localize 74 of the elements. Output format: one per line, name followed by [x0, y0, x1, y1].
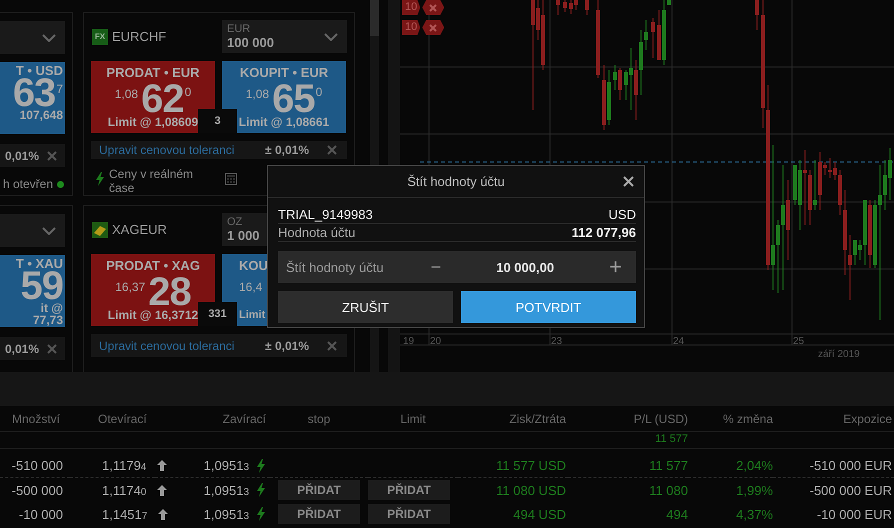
table-cell: -510 000 [12, 458, 63, 473]
instrument-name: EURCHF [112, 29, 166, 44]
axis-label: 23 [551, 336, 562, 347]
price-prefix: 16,37 [115, 279, 146, 295]
price-value: 59 [20, 270, 63, 303]
realtime-label: Ceny v reálném čase [109, 167, 194, 195]
unit-label: EUR [227, 23, 252, 35]
limit-price: Limit @ 1,08661 [238, 116, 330, 129]
limit-price: Limit @ 16,3712 [108, 309, 198, 322]
value-label: Hodnota účtu [278, 225, 356, 241]
price-label: PRODAT • EUR [106, 66, 200, 80]
table-cell: 1,11794 [102, 458, 146, 473]
table-cell: 1,11740 [102, 482, 146, 498]
price-value: 62 [141, 80, 184, 118]
price-label: KOU [239, 259, 268, 273]
spread-value: 3 [198, 109, 237, 133]
status-text: h otevřen [2, 177, 53, 191]
table-cell: 11 080 USD [496, 482, 566, 498]
total-value: 11 577 [655, 433, 688, 445]
price-pip: 7 [56, 81, 63, 97]
tolerance-value: 0,01% [4, 342, 39, 356]
limit-price: 107,648 [20, 109, 63, 121]
dialog-title: Štít hodnoty účtu [407, 174, 505, 189]
fx-badge: FX [92, 28, 108, 44]
tolerance-value: ± 0,01% [265, 143, 309, 157]
currency-label: USD [608, 207, 636, 223]
limit-price: Limit [239, 309, 266, 322]
axis-label: 24 [673, 336, 684, 347]
axis-label: 20 [430, 336, 442, 347]
table-cell: 1,09513 [204, 458, 249, 473]
table-cell: 494 [666, 506, 688, 522]
axis-label: 19 [403, 336, 414, 347]
table-cell: 11 577 [649, 458, 688, 473]
table-cell: 2,04% [736, 458, 773, 473]
price-value: 65 [272, 80, 315, 118]
axis-label: září 2019 [818, 349, 860, 360]
table-cell: 494 USD [513, 506, 566, 522]
limit-price: it @ [40, 302, 63, 314]
limit-price: 77,73 [32, 314, 63, 326]
table-cell: -500 000 [12, 482, 63, 498]
price-label: T • USD [16, 64, 63, 77]
account-value: 112 077,96 [572, 225, 636, 241]
tolerance-value: 0,01% [4, 148, 39, 162]
field-label: Štít hodnoty účtu [286, 260, 385, 274]
table-cell: 11 577 USD [496, 458, 566, 473]
table-cell: -510 000 EUR [810, 458, 892, 473]
price-prefix: 16,4 [239, 279, 262, 295]
price-pip: 0 [184, 84, 192, 100]
price-label: PRODAT • XAG [106, 259, 200, 273]
amount-value: 100 000 [227, 35, 274, 50]
spread-value: 331 [198, 302, 237, 326]
table-cell: 1,09513 [204, 506, 249, 522]
instrument-name: XAGEUR [112, 222, 167, 237]
tolerance-value: ± 0,01% [265, 338, 309, 352]
axis-label: 25 [793, 336, 804, 347]
table-cell: -10 000 EUR [816, 506, 892, 522]
account-id: TRIAL_9149983 [278, 207, 373, 223]
price-prefix: 1,08 [246, 86, 270, 102]
price-pip: 0 [316, 84, 322, 100]
table-cell: -10 000 [18, 506, 63, 522]
table-cell: 11 080 [649, 482, 688, 498]
price-value: 28 [148, 273, 191, 311]
table-cell: 1,09513 [204, 482, 249, 498]
price-value: 63 [12, 77, 56, 110]
unit-label: OZ [227, 216, 244, 228]
amount-value: 1 000 [227, 228, 260, 243]
price-label: T • XAU [16, 257, 63, 270]
table-cell: 4,37% [736, 506, 773, 522]
table-cell: 1,14517 [102, 506, 148, 522]
table-cell: -500 000 EUR [810, 482, 892, 498]
limit-price: Limit @ 1,08609 [108, 116, 198, 129]
price-prefix: 1,08 [114, 86, 138, 102]
price-label: KOUPIT • EUR [240, 66, 328, 80]
table-cell: 1,99% [736, 482, 773, 498]
